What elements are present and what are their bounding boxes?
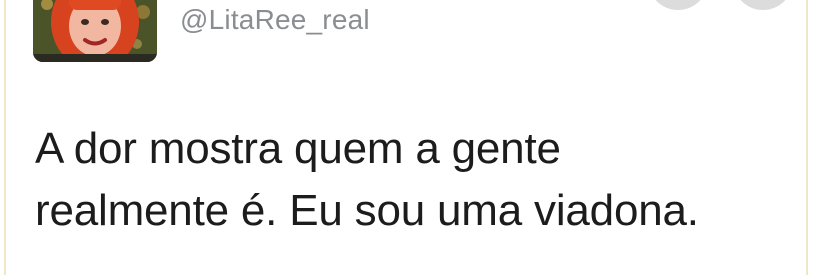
- tweet-text-line-1: A dor mostra quem a gente: [35, 124, 561, 173]
- tweet-text-line-2: realmente é. Eu sou uma viadona.: [35, 186, 699, 235]
- user-handle[interactable]: @LitaRee_real: [180, 3, 370, 37]
- card-right-border: [806, 0, 808, 275]
- avatar[interactable]: [33, 0, 157, 62]
- avatar-portrait-icon: [33, 0, 157, 62]
- card-left-border: [4, 0, 6, 275]
- tweet-card: @LitaRee_real A dor mostra quem a gente …: [0, 0, 827, 275]
- follow-button[interactable]: [648, 0, 708, 10]
- tweet-text: A dor mostra quem a gente realmente é. E…: [35, 118, 795, 242]
- more-options-button[interactable]: [733, 0, 793, 10]
